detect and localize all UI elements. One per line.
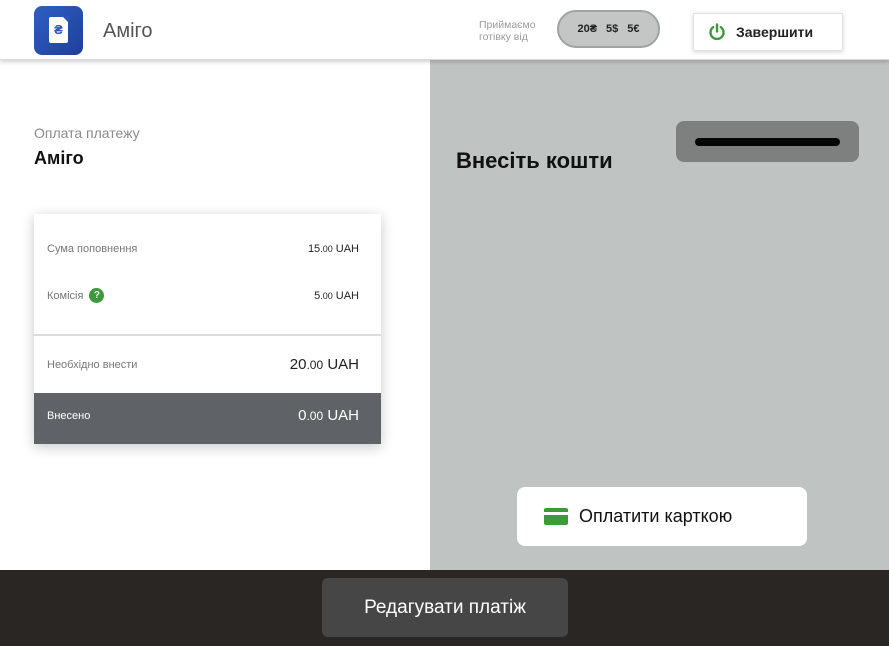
footer-bar: Редагувати платіж: [0, 570, 889, 646]
document-hryvnia-logo-icon: ₴: [34, 6, 83, 55]
cash-denomination-uah: 20₴: [577, 23, 598, 35]
finish-button-label: Завершити: [736, 24, 814, 40]
summary-value: 5.00 UAH: [314, 289, 359, 302]
help-icon[interactable]: ?: [89, 288, 105, 303]
summary-value: 20.00 UAH: [289, 356, 359, 373]
cash-denomination-usd: 5$: [606, 23, 619, 35]
summary-label: Комісія ?: [47, 288, 105, 303]
summary-value: 0.00 UAH: [298, 407, 359, 424]
payment-details-panel: Оплата платежу Аміго Сума поповнення 15.…: [0, 60, 430, 570]
finish-button[interactable]: Завершити: [693, 13, 843, 51]
payment-summary-card: Сума поповнення 15.00 UAH Комісія ? 5.00…: [34, 214, 381, 444]
app-title: Аміго: [103, 20, 153, 42]
summary-divider: [34, 334, 381, 336]
summary-label: Необхідно внести: [47, 358, 138, 371]
summary-row-paid: Внесено 0.00 UAH: [47, 407, 359, 424]
credit-card-icon: [544, 508, 568, 525]
summary-label: Внесено: [47, 409, 91, 422]
accepted-cash-pill: 20₴ 5$ 5€: [557, 10, 660, 48]
power-icon: [709, 23, 725, 41]
bill-slot-opening: [695, 138, 840, 146]
summary-row-required: Необхідно внести 20.00 UAH: [47, 356, 359, 373]
cash-denomination-eur: 5€: [627, 23, 640, 35]
edit-payment-button[interactable]: Редагувати платіж: [322, 578, 568, 637]
cash-insert-panel: Внесіть кошти Оплатити карткою: [430, 60, 889, 570]
pay-by-card-button[interactable]: Оплатити карткою: [517, 487, 807, 546]
bill-acceptor-slot: [676, 121, 859, 162]
payment-caption: Оплата платежу: [34, 125, 140, 141]
summary-row-amount: Сума поповнення 15.00 UAH: [47, 243, 359, 255]
summary-value: 15.00 UAH: [307, 243, 359, 255]
payment-name: Аміго: [34, 148, 84, 168]
accept-cash-label: Приймаємо готівку від: [479, 19, 536, 43]
paid-strip: Внесено 0.00 UAH: [34, 393, 381, 444]
insert-cash-title: Внесіть кошти: [456, 148, 613, 173]
pay-by-card-label: Оплатити карткою: [579, 506, 733, 526]
summary-row-commission: Комісія ? 5.00 UAH: [47, 288, 359, 303]
header: ₴ Аміго Приймаємо готівку від 20₴ 5$ 5€ …: [0, 0, 889, 60]
summary-label: Сума поповнення: [47, 243, 138, 255]
